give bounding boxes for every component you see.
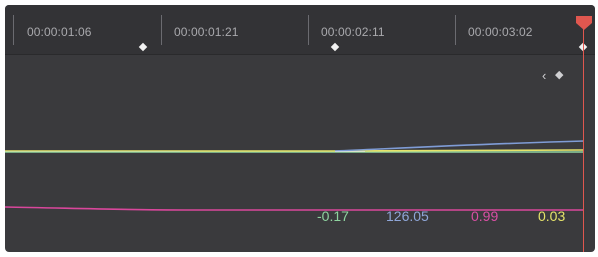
- readout-value: 0.99: [471, 208, 499, 224]
- readout-value: 0.03: [538, 208, 566, 224]
- ruler-tick: [455, 15, 456, 45]
- playhead-handle[interactable]: [575, 15, 593, 31]
- readout-value: 126.05: [386, 208, 429, 224]
- keyframe-diamond-icon[interactable]: ◆: [555, 69, 563, 82]
- playhead-line[interactable]: [583, 17, 584, 252]
- timecode-label: 00:00:01:21: [174, 25, 239, 39]
- readout-value: -0.17: [317, 208, 349, 224]
- timecode-label: 00:00:02:11: [321, 25, 385, 39]
- ruler-tick: [13, 15, 14, 45]
- curve-yellow[interactable]: [5, 149, 585, 152]
- ruler-tick: [308, 15, 309, 45]
- timecode-label: 00:00:03:02: [468, 25, 533, 39]
- keyframe-curve-editor: 00:00:01:06 00:00:01:21 00:00:02:11 00:0…: [5, 5, 595, 252]
- chevron-left-icon[interactable]: ‹: [542, 69, 546, 82]
- timeline-ruler[interactable]: 00:00:01:06 00:00:01:21 00:00:02:11 00:0…: [5, 5, 595, 55]
- timecode-label: 00:00:01:06: [27, 25, 92, 39]
- curve-graph[interactable]: [5, 55, 595, 252]
- ruler-tick: [161, 15, 162, 45]
- keyframe-marker[interactable]: [138, 42, 148, 52]
- keyframe-marker[interactable]: [330, 42, 340, 52]
